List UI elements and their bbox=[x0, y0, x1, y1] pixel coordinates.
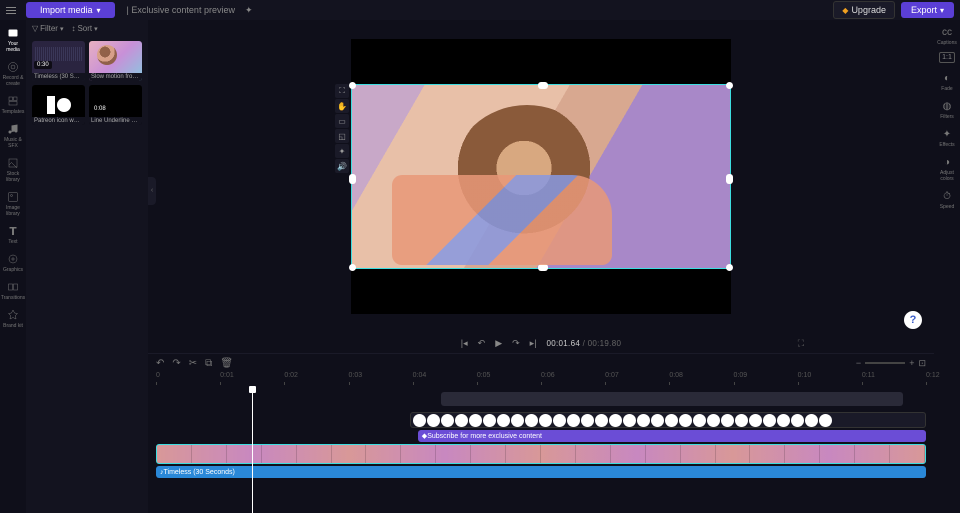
breadcrumb: | Exclusive content preview bbox=[127, 5, 235, 15]
sort-dropdown[interactable]: ↕ Sort bbox=[71, 24, 97, 33]
nav-your-media[interactable]: Your media bbox=[1, 24, 25, 56]
nav-graphics[interactable]: Graphics bbox=[1, 250, 25, 276]
ruler-tick: 0:01 bbox=[220, 372, 234, 379]
fullscreen-icon[interactable]: ⛶ bbox=[798, 338, 804, 349]
track-clip-audio[interactable]: ♪ Timeless (30 Seconds) bbox=[156, 466, 926, 478]
help-button[interactable]: ? bbox=[904, 311, 922, 329]
media-clip-audio[interactable]: 0:30Timeless (30 Secon... bbox=[32, 41, 85, 81]
upgrade-button[interactable]: Upgrade bbox=[833, 1, 895, 19]
fade-button[interactable]: ◐Fade bbox=[936, 70, 958, 95]
ruler-tick: 0:07 bbox=[605, 372, 619, 379]
wand-icon[interactable]: ✦ bbox=[335, 144, 349, 158]
resize-handle-tm[interactable] bbox=[538, 82, 548, 89]
adjust-colors-button[interactable]: ◑Adjust colors bbox=[936, 154, 958, 185]
ruler-tick: 0 bbox=[156, 372, 160, 379]
menu-icon[interactable] bbox=[6, 3, 20, 17]
delete-icon[interactable]: 🗑 bbox=[220, 358, 233, 369]
selected-clip-frame[interactable] bbox=[351, 84, 731, 269]
track-clip-video[interactable] bbox=[156, 444, 926, 464]
media-clip-patreon[interactable]: Patreon icon white ... bbox=[32, 85, 85, 125]
play-icon[interactable]: ▶ bbox=[495, 338, 502, 349]
timeline: ↶ ↷ ✂ ⧉ 🗑 −+⊡ 00:010:020:030:040:050:060… bbox=[148, 353, 934, 513]
fit-icon[interactable]: ▭ bbox=[335, 114, 349, 128]
zoom-out-icon[interactable]: − bbox=[856, 358, 861, 368]
aspect-ratio-badge[interactable]: 1:1 bbox=[939, 52, 955, 63]
ruler-tick: 0:04 bbox=[413, 372, 427, 379]
ruler-tick: 0:11 bbox=[862, 372, 875, 379]
preview-area: ‹ ⛶ ✋ ▭ ◱ ✦ 🔊 bbox=[148, 20, 934, 333]
nav-music[interactable]: Music & SFX bbox=[1, 120, 25, 152]
left-nav: Your media Record & create Templates Mus… bbox=[0, 20, 26, 513]
nav-record[interactable]: Record & create bbox=[1, 58, 25, 90]
effects-button[interactable]: ✦Effects bbox=[936, 126, 958, 151]
resize-handle-br[interactable] bbox=[726, 264, 733, 271]
ruler-tick: 0:10 bbox=[798, 372, 812, 379]
track-clip-graphic[interactable] bbox=[410, 412, 926, 428]
player-controls: |◂ ↶ ▶ ↷ ▸| 00:01.64 / 00:19.80 ⛶ bbox=[148, 333, 934, 353]
canvas[interactable]: ⛶ ✋ ▭ ◱ ✦ 🔊 bbox=[351, 39, 731, 314]
speed-button[interactable]: ⏱Speed bbox=[936, 188, 958, 213]
nav-image[interactable]: Image library bbox=[1, 188, 25, 220]
breadcrumb-sep: | bbox=[127, 5, 129, 15]
playhead-time: 00:01.64 / 00:19.80 bbox=[547, 339, 622, 348]
track-clip-placeholder[interactable] bbox=[441, 392, 903, 406]
ruler-tick: 0:08 bbox=[669, 372, 683, 379]
resize-handle-tl[interactable] bbox=[349, 82, 356, 89]
import-media-button[interactable]: Import media bbox=[26, 2, 115, 18]
nav-brand[interactable]: Brand kit bbox=[1, 306, 25, 332]
ruler-tick: 0:02 bbox=[284, 372, 298, 379]
volume-icon[interactable]: 🔊 bbox=[335, 159, 349, 173]
hand-icon[interactable]: ✋ bbox=[335, 99, 349, 113]
filters-button[interactable]: ◍Filters bbox=[936, 98, 958, 123]
resize-handle-tr[interactable] bbox=[726, 82, 733, 89]
ruler-tick: 0:03 bbox=[349, 372, 363, 379]
top-bar: Import media | Exclusive content preview… bbox=[0, 0, 960, 20]
split-icon[interactable]: ✂ bbox=[189, 358, 197, 369]
resize-handle-bl[interactable] bbox=[349, 264, 356, 271]
copy-icon[interactable]: ⧉ bbox=[205, 358, 212, 369]
step-back-icon[interactable]: ↶ bbox=[478, 338, 486, 349]
nav-stock[interactable]: Stock library bbox=[1, 154, 25, 186]
resize-handle-ml[interactable] bbox=[349, 174, 356, 184]
right-sidebar: ccCaptions 1:1 ◐Fade ◍Filters ✦Effects ◑… bbox=[934, 20, 960, 513]
skip-end-icon[interactable]: ▸| bbox=[530, 338, 537, 349]
media-panel: ▽ Filter ↕ Sort 0:30Timeless (30 Secon..… bbox=[26, 20, 148, 513]
skip-start-icon[interactable]: |◂ bbox=[461, 338, 468, 349]
zoom-controls[interactable]: − + ⊡ bbox=[856, 358, 926, 369]
nav-transitions[interactable]: Transitions bbox=[1, 278, 25, 304]
crop-icon[interactable]: ⛶ bbox=[335, 84, 349, 98]
ai-sparkle-icon[interactable]: ✦ bbox=[245, 5, 253, 16]
export-button[interactable]: Export bbox=[901, 2, 954, 18]
media-clip-underline[interactable]: 0:08Line Underline Stick... bbox=[89, 85, 142, 125]
pip-icon[interactable]: ◱ bbox=[335, 129, 349, 143]
breadcrumb-title: Exclusive content preview bbox=[131, 5, 235, 15]
captions-button[interactable]: ccCaptions bbox=[936, 24, 958, 49]
collapse-panel-handle[interactable]: ‹ bbox=[148, 177, 156, 205]
filter-dropdown[interactable]: ▽ Filter bbox=[32, 24, 63, 33]
ruler-tick: 0:05 bbox=[477, 372, 491, 379]
resize-handle-bm[interactable] bbox=[538, 264, 548, 271]
zoom-in-icon[interactable]: + bbox=[909, 358, 914, 368]
time-ruler[interactable]: 0 0:01 0:02 0:03 0:04 0:05 0:06 0:07 0:08 0:09 0:1… bbox=[156, 372, 926, 386]
ruler-tick: 0:09 bbox=[734, 372, 748, 379]
step-fwd-icon[interactable]: ↷ bbox=[512, 338, 520, 349]
zoom-fit-icon[interactable]: ⊡ bbox=[918, 358, 926, 369]
tracks-area[interactable]: ◆ Subscribe for more exclusive content ♪… bbox=[156, 386, 926, 513]
undo-icon[interactable]: ↶ bbox=[156, 358, 164, 369]
redo-icon[interactable]: ↷ bbox=[172, 358, 180, 369]
nav-text[interactable]: Text bbox=[1, 222, 25, 248]
resize-handle-mr[interactable] bbox=[726, 174, 733, 184]
ruler-tick: 0:12 bbox=[926, 372, 940, 379]
media-clip-video[interactable]: Slow motion from B... bbox=[89, 41, 142, 81]
playhead[interactable] bbox=[252, 386, 253, 513]
track-clip-text[interactable]: ◆ Subscribe for more exclusive content bbox=[418, 430, 926, 442]
nav-templates[interactable]: Templates bbox=[1, 92, 25, 118]
ruler-tick: 0:06 bbox=[541, 372, 555, 379]
